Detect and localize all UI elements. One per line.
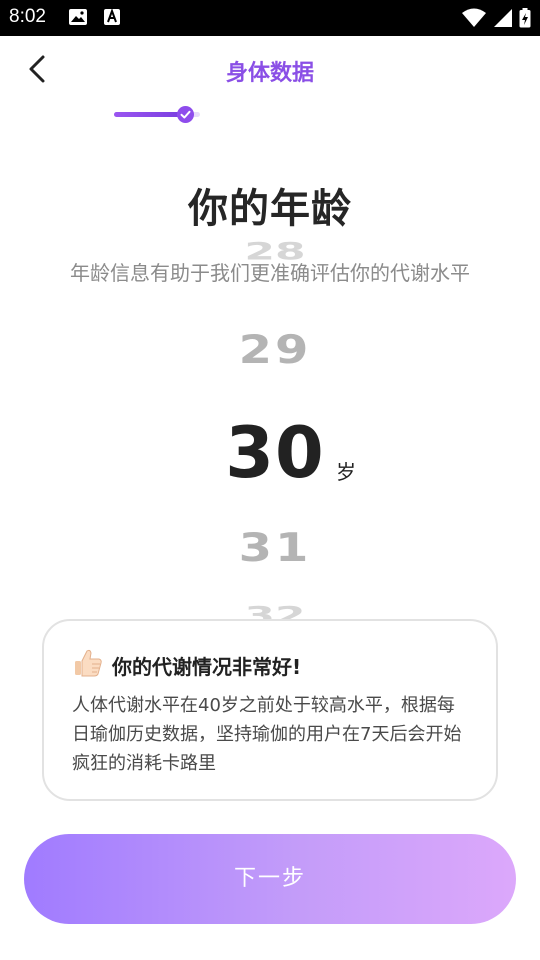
progress-knob [177,106,194,123]
card-body: 人体代谢水平在40岁之前处于较高水平，根据每日瑜伽历史数据，坚持瑜伽的用户在7天… [72,695,462,774]
question-heading: 你的年龄 [188,186,352,232]
picker-option[interactable]: 31 [150,525,390,571]
status-bar: 8:02 [0,0,540,36]
accessibility-notification-icon [104,8,120,25]
age-unit-label: 岁 [336,460,356,484]
question-subheading: 年龄信息有助于我们更准确评估你的代谢水平 [70,261,470,285]
battery-charging-icon [519,8,531,28]
picker-option[interactable]: 29 [150,327,390,373]
age-picker[interactable]: 28 29 30 31 32 [150,240,390,622]
check-icon [180,110,191,119]
image-notification-icon [69,9,87,25]
cellular-signal-icon [494,9,512,27]
status-time: 8:02 [9,6,46,27]
thumbs-up-icon [75,649,102,677]
next-button[interactable]: 下一步 [24,834,516,924]
progress-fill [114,112,183,117]
page-title: 身体数据 [225,61,314,86]
wifi-icon [462,8,486,27]
step-progress [114,104,202,126]
card-title: 你的代谢情况非常好! [112,655,302,679]
metabolism-info-card: 你的代谢情况非常好! 人体代谢水平在40岁之前处于较高水平，根据每日瑜伽历史数据… [42,619,498,801]
